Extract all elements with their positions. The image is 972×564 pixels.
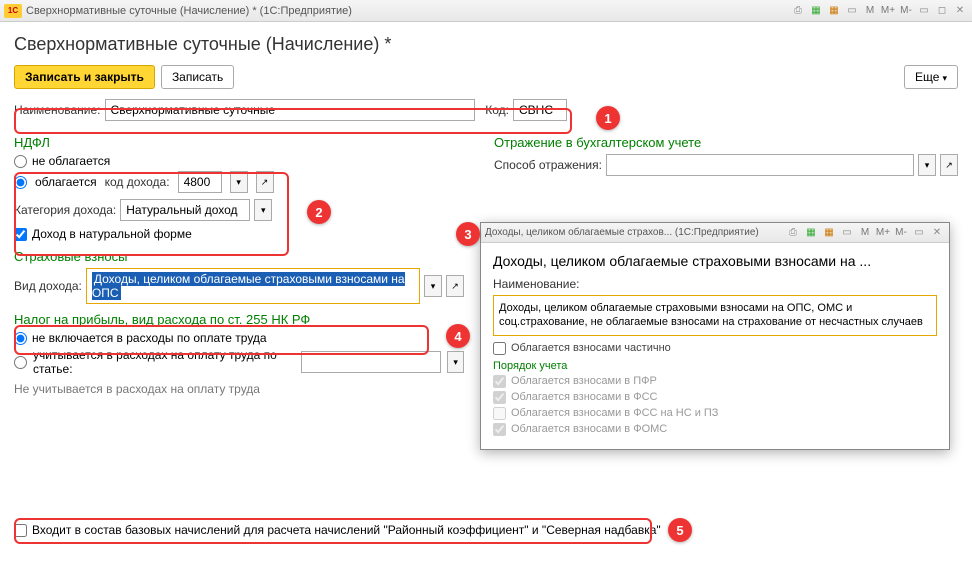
titlebar-tools: ⎙ ▦ ▦ ▭ M M+ M- ▭ ◻ ✕ — [790, 3, 968, 19]
popup-calc-icon[interactable]: ▭ — [839, 225, 855, 241]
zoom-m-icon[interactable]: M — [862, 3, 878, 19]
popup-mp-icon[interactable]: M+ — [875, 225, 891, 241]
badge-1: 1 — [596, 106, 620, 130]
save-button[interactable]: Записать — [161, 65, 234, 89]
order-title: Порядок учета — [493, 360, 937, 372]
ndfl-title: НДФЛ — [14, 135, 464, 150]
code-input[interactable] — [513, 99, 567, 121]
popup-titlebar: Доходы, целиком облагаемые страхов... (1… — [481, 223, 949, 243]
popup-name-field[interactable]: Доходы, целиком облагаемые страховыми вз… — [493, 295, 937, 336]
popup-m-icon[interactable]: M — [857, 225, 873, 241]
more-button[interactable]: Еще — [904, 65, 958, 89]
insurance-title: Страховые взносы — [14, 249, 464, 264]
name-input[interactable] — [105, 99, 476, 121]
minimize-icon[interactable]: ▭ — [916, 3, 932, 19]
fss-ns-checkbox: Облагается взносами в ФСС на НС и ПЗ — [493, 407, 937, 420]
partial-checkbox[interactable]: Облагается взносами частично — [493, 342, 937, 355]
category-dropdown[interactable]: ▾ — [254, 199, 272, 221]
category-label: Категория дохода: — [14, 203, 116, 217]
popup-title: Доходы, целиком облагаемые страховыми вз… — [493, 253, 937, 269]
income-kind-dropdown[interactable]: ▾ — [424, 275, 442, 297]
close-icon[interactable]: ✕ — [952, 3, 968, 19]
popup-titlebar-text: Доходы, целиком облагаемые страхов... (1… — [485, 227, 759, 238]
zoom-mplus-icon[interactable]: M+ — [880, 3, 896, 19]
ndfl-taxed-radio[interactable]: облагается код дохода: ▾ ↗ — [14, 171, 464, 193]
calendar2-icon[interactable]: ▦ — [826, 3, 842, 19]
method-label: Способ отражения: — [494, 158, 602, 172]
popup-cal-icon[interactable]: ▦ — [803, 225, 819, 241]
popup-name-label: Наименование: — [493, 277, 937, 291]
profit-tax-title: Налог на прибыль, вид расхода по ст. 255… — [14, 312, 464, 327]
pfr-checkbox: Облагается взносами в ПФР — [493, 375, 937, 388]
window-title: Сверхнормативные суточные (Начисление) *… — [26, 5, 352, 17]
profit-not-included-radio[interactable]: не включается в расходы по оплате труда — [14, 331, 464, 345]
page-title: Сверхнормативные суточные (Начисление) * — [14, 34, 958, 55]
base-accrual-checkbox[interactable]: Входит в состав базовых начислений для р… — [14, 523, 934, 537]
method-dropdown[interactable]: ▾ — [918, 154, 936, 176]
popup-min-icon[interactable]: ▭ — [911, 225, 927, 241]
natural-form-checkbox[interactable]: Доход в натуральной форме — [14, 227, 464, 241]
foms-checkbox: Облагается взносами в ФОМС — [493, 423, 937, 436]
method-input[interactable] — [606, 154, 914, 176]
zoom-mminus-icon[interactable]: M- — [898, 3, 914, 19]
name-label: Наименование: — [14, 103, 101, 117]
popup-mm-icon[interactable]: M- — [893, 225, 909, 241]
logo-1c: 1C — [4, 4, 22, 18]
maximize-icon[interactable]: ◻ — [934, 3, 950, 19]
print-icon[interactable]: ⎙ — [790, 3, 806, 19]
income-kind-open[interactable]: ↗ — [446, 275, 464, 297]
window-titlebar: 1C Сверхнормативные суточные (Начисление… — [0, 0, 972, 22]
ndfl-not-taxed-radio[interactable]: не облагается — [14, 154, 464, 168]
income-kind-input[interactable]: Доходы, целиком облагаемые страховыми вз… — [86, 268, 420, 304]
profit-accounted-radio[interactable]: учитывается в расходах на оплату труда п… — [14, 348, 464, 376]
category-input[interactable] — [120, 199, 250, 221]
income-code-dropdown[interactable]: ▾ — [230, 171, 248, 193]
income-code-open[interactable]: ↗ — [256, 171, 274, 193]
method-open[interactable]: ↗ — [940, 154, 958, 176]
profit-article-input[interactable] — [301, 351, 441, 373]
popup-cal2-icon[interactable]: ▦ — [821, 225, 837, 241]
profit-article-dropdown[interactable]: ▾ — [447, 351, 464, 373]
badge-2: 2 — [307, 200, 331, 224]
popup-print-icon[interactable]: ⎙ — [785, 225, 801, 241]
kind-label: Вид дохода: — [14, 279, 82, 293]
badge-4: 4 — [446, 324, 470, 348]
income-kind-popup: Доходы, целиком облагаемые страхов... (1… — [480, 222, 950, 450]
income-code-input[interactable] — [178, 171, 222, 193]
profit-note: Не учитывается в расходах на оплату труд… — [14, 382, 464, 396]
accounting-title: Отражение в бухгалтерском учете — [494, 135, 958, 150]
calendar-icon[interactable]: ▦ — [808, 3, 824, 19]
badge-3: 3 — [456, 222, 480, 246]
popup-close-icon[interactable]: ✕ — [929, 225, 945, 241]
code-label: Код: — [485, 103, 509, 117]
save-close-button[interactable]: Записать и закрыть — [14, 65, 155, 89]
calc-icon[interactable]: ▭ — [844, 3, 860, 19]
fss-checkbox: Облагается взносами в ФСС — [493, 391, 937, 404]
badge-5: 5 — [668, 518, 692, 542]
